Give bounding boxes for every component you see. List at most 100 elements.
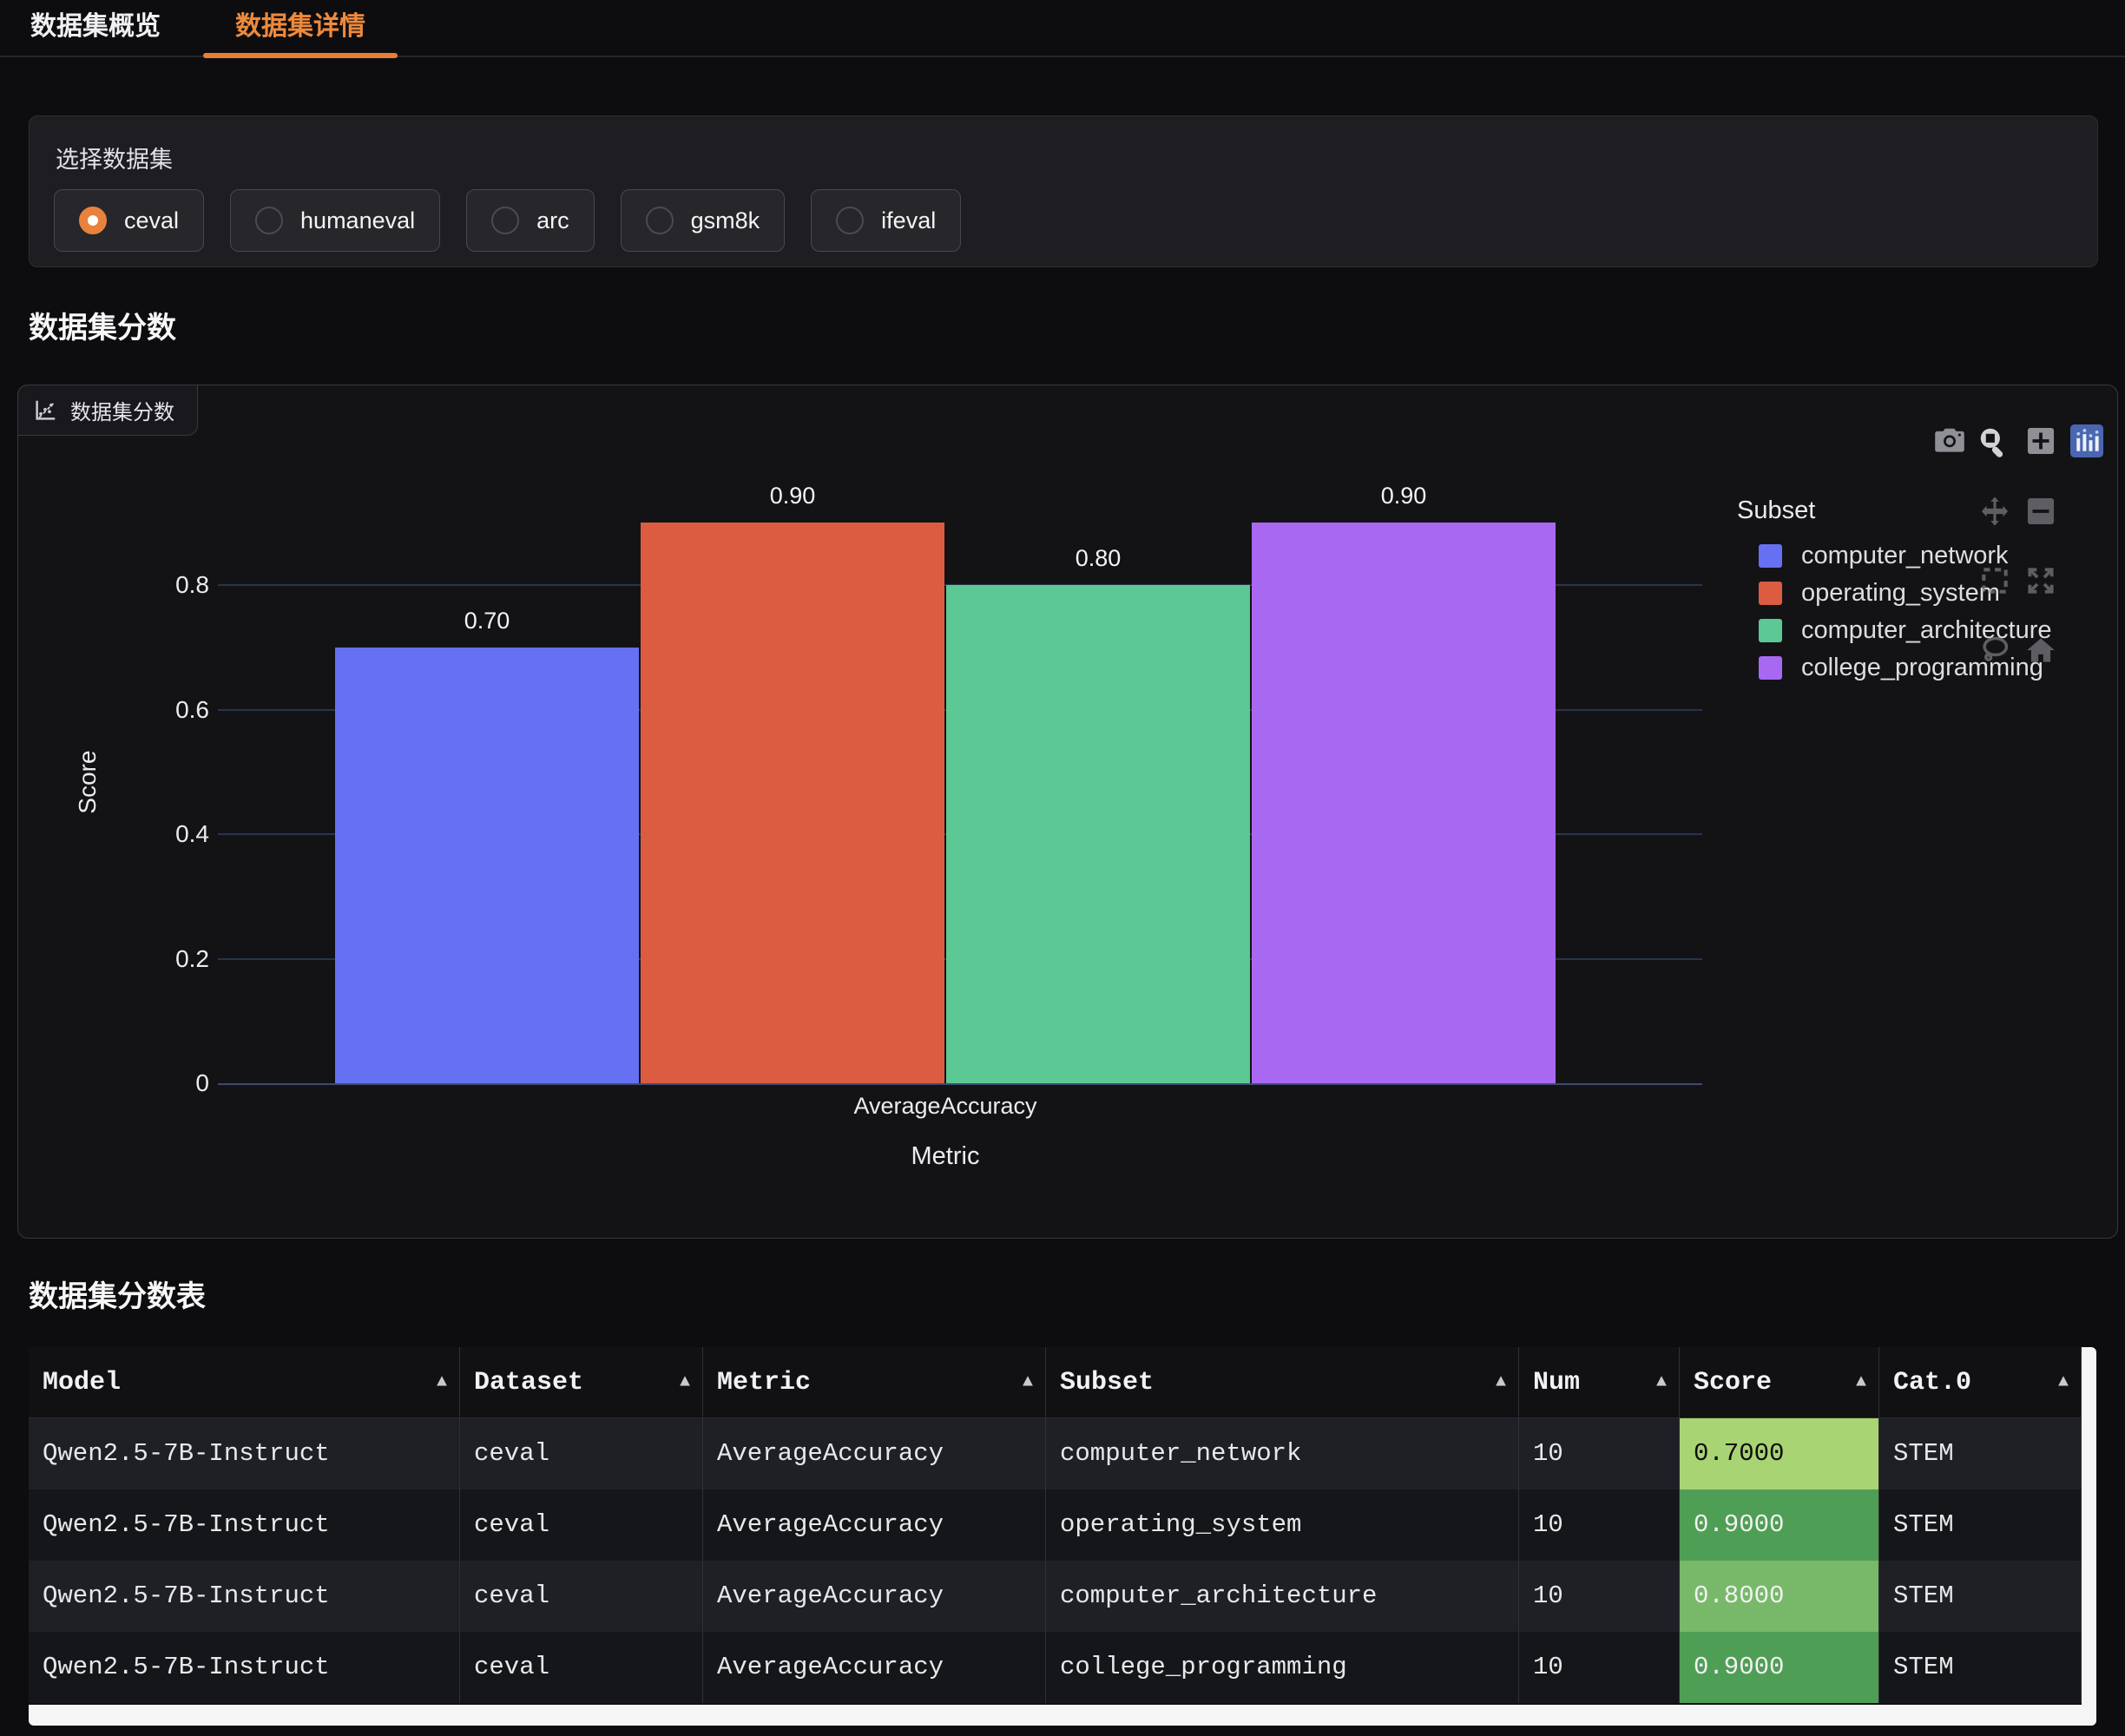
column-header-dataset[interactable]: Dataset▲ xyxy=(460,1347,703,1418)
radio-option-label: arc xyxy=(536,207,569,234)
data-view-icon[interactable] xyxy=(2070,424,2103,457)
cell-cat: STEM xyxy=(1879,1418,2082,1489)
legend-swatch xyxy=(1759,582,1782,605)
sort-ascending-icon[interactable]: ▲ xyxy=(1856,1347,1866,1418)
scatter-chart-icon xyxy=(32,398,58,424)
tab-dataset-details[interactable]: 数据集详情 xyxy=(203,0,398,54)
column-header-score[interactable]: Score ▲ xyxy=(1680,1347,1879,1418)
legend-entry-computer_network[interactable]: computer_network xyxy=(1733,537,2119,575)
bar-computer_architecture xyxy=(946,585,1250,1083)
active-tab-underline xyxy=(203,53,398,58)
column-header-metric[interactable]: Metric▲ xyxy=(703,1347,1046,1418)
radio-circle-unchecked xyxy=(255,207,283,234)
cell-metric: AverageAccuracy xyxy=(703,1418,1046,1489)
y-tick-label: 0.8 xyxy=(114,569,209,601)
y-tick-label: 0.2 xyxy=(114,944,209,975)
legend-entry-label: operating_system xyxy=(1801,579,2000,608)
sort-ascending-icon[interactable]: ▲ xyxy=(1023,1347,1033,1418)
box-select-icon[interactable] xyxy=(1978,564,2011,597)
radio-option-arc[interactable]: arc xyxy=(466,189,595,252)
column-header-label: Subset xyxy=(1060,1368,1154,1397)
x-axis-title: Metric xyxy=(911,1142,980,1171)
column-header-subset[interactable]: Subset ▲ xyxy=(1046,1347,1519,1418)
radio-option-humaneval[interactable]: humaneval xyxy=(230,189,440,252)
radio-option-label: gsm8k xyxy=(691,207,760,234)
legend-entry-computer_architecture[interactable]: computer_architecture xyxy=(1733,612,2119,649)
cell-dataset: ceval xyxy=(460,1561,703,1632)
cell-metric: AverageAccuracy xyxy=(703,1489,1046,1561)
cell-model: Qwen2.5-7B-Instruct xyxy=(29,1418,460,1489)
cell-score: 0.9000 xyxy=(1680,1489,1879,1561)
column-header-cat-0[interactable]: Cat.0 ▲ xyxy=(1879,1347,2082,1418)
column-header-num[interactable]: Num▲ xyxy=(1519,1347,1680,1418)
sort-ascending-icon[interactable]: ▲ xyxy=(680,1347,690,1418)
column-header-model[interactable]: Model▲ xyxy=(29,1347,460,1418)
zoom-out-icon[interactable] xyxy=(2024,495,2057,528)
bar-operating_system xyxy=(641,523,944,1083)
sort-ascending-icon[interactable]: ▲ xyxy=(2058,1347,2069,1418)
home-icon[interactable] xyxy=(2024,634,2057,667)
radio-option-gsm8k[interactable]: gsm8k xyxy=(621,189,786,252)
bar-college_programming xyxy=(1252,523,1556,1083)
y-axis-title: Score xyxy=(74,750,102,813)
legend-swatch xyxy=(1759,656,1782,680)
legend-entry-college_programming[interactable]: college_programming xyxy=(1733,649,2119,687)
cell-model: Qwen2.5-7B-Instruct xyxy=(29,1632,460,1703)
cell-subset: operating_system xyxy=(1046,1489,1519,1561)
bar-value-label: 0.70 xyxy=(464,608,510,635)
cell-subset: college_programming xyxy=(1046,1632,1519,1703)
cell-model: Qwen2.5-7B-Instruct xyxy=(29,1489,460,1561)
sort-ascending-icon[interactable]: ▲ xyxy=(1496,1347,1506,1418)
y-tick-label: 0.4 xyxy=(114,819,209,850)
chart-legend: Subset computer_networkoperating_systemc… xyxy=(1733,496,2119,687)
horizontal-scrollbar[interactable] xyxy=(29,1705,2096,1726)
radio-circle-unchecked xyxy=(491,207,519,234)
bar-computer_network xyxy=(335,648,639,1083)
radio-option-label: humaneval xyxy=(300,207,415,234)
zoom-icon[interactable] xyxy=(1977,424,2010,457)
sort-ascending-icon[interactable]: ▲ xyxy=(1656,1347,1667,1418)
table-header-row: Model▲Dataset▲Metric▲Subset▲Num▲Score▲Ca… xyxy=(29,1347,2082,1418)
table-row: Qwen2.5-7B-InstructcevalAverageAccuracyc… xyxy=(29,1632,2082,1703)
radio-option-label: ceval xyxy=(124,207,179,234)
radio-option-ceval[interactable]: ceval xyxy=(54,189,204,252)
cell-metric: AverageAccuracy xyxy=(703,1561,1046,1632)
bar-value-label: 0.80 xyxy=(1076,545,1122,572)
sort-ascending-icon[interactable]: ▲ xyxy=(437,1347,447,1418)
y-tick-label: 0.6 xyxy=(114,694,209,726)
autoscale-icon[interactable] xyxy=(2024,564,2057,597)
cell-cat: STEM xyxy=(1879,1561,2082,1632)
column-header-label: Cat.0 xyxy=(1893,1368,1971,1397)
cell-num: 10 xyxy=(1519,1561,1680,1632)
cell-dataset: ceval xyxy=(460,1632,703,1703)
legend-swatch xyxy=(1759,619,1782,642)
radio-circle-checked xyxy=(79,207,107,234)
cell-subset: computer_architecture xyxy=(1046,1561,1519,1632)
y-tick-label: 0 xyxy=(114,1068,209,1099)
legend-entry-label: computer_architecture xyxy=(1801,616,2052,645)
pan-icon[interactable] xyxy=(1978,495,2011,528)
section-title-score-table: 数据集分数表 xyxy=(29,1272,206,1315)
cell-dataset: ceval xyxy=(460,1418,703,1489)
radio-circle-unchecked xyxy=(836,207,864,234)
scores-table: Model▲Dataset▲Metric▲Subset▲Num▲Score▲Ca… xyxy=(29,1347,2096,1726)
tab-dataset-overview[interactable]: 数据集概览 xyxy=(22,0,169,54)
legend-entry-operating_system[interactable]: operating_system xyxy=(1733,575,2119,612)
cell-score: 0.8000 xyxy=(1680,1561,1879,1632)
cell-dataset: ceval xyxy=(460,1489,703,1561)
table-row: Qwen2.5-7B-InstructcevalAverageAccuracyo… xyxy=(29,1489,2082,1561)
vertical-scrollbar[interactable] xyxy=(2082,1347,2096,1726)
dataset-radio-group: ceval humaneval arc gsm8k ifeval xyxy=(54,189,961,252)
score-chart-panel: 数据集分数 Score 00.20.40.60.8 0.700.900.800.… xyxy=(17,385,2118,1239)
radio-circle-unchecked xyxy=(646,207,674,234)
bar-value-label: 0.90 xyxy=(770,483,816,510)
column-header-label: Score xyxy=(1694,1368,1772,1397)
zoom-in-icon[interactable] xyxy=(2024,424,2057,457)
legend-swatch xyxy=(1759,544,1782,568)
tab-bar: 数据集概览 数据集详情 xyxy=(0,0,2125,57)
dataset-selector-label: 选择数据集 xyxy=(56,141,173,174)
radio-option-ifeval[interactable]: ifeval xyxy=(811,189,961,252)
x-axis-zero-line xyxy=(218,1083,1702,1085)
camera-icon[interactable] xyxy=(1933,424,1966,457)
lasso-icon[interactable] xyxy=(1978,634,2011,667)
